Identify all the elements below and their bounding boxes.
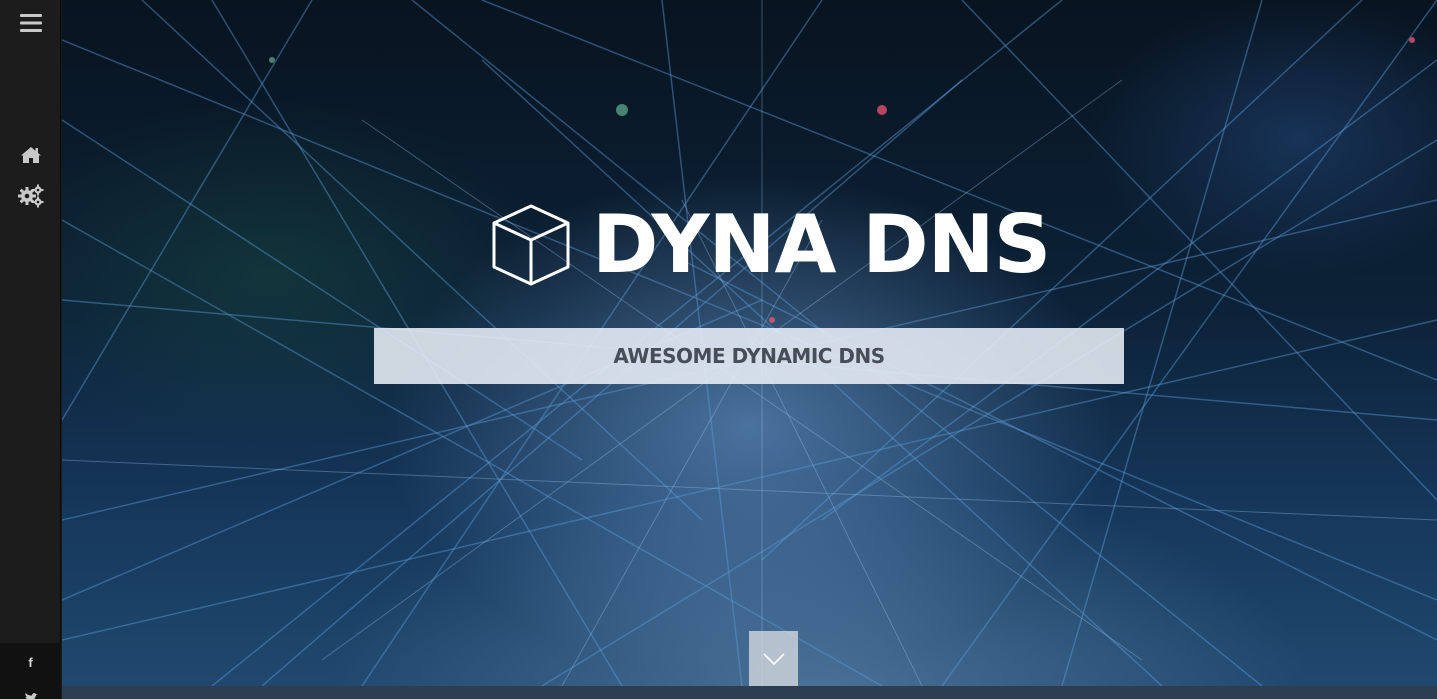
cube-icon: [492, 204, 570, 286]
sidebar-item-home[interactable]: [0, 140, 61, 170]
next-section-edge: [62, 686, 1437, 699]
sidebar-item-settings[interactable]: [0, 180, 61, 212]
sidebar: f: [0, 0, 61, 699]
tagline-banner: AWESOME DYNAMIC DNS: [374, 328, 1124, 384]
scroll-down-button[interactable]: [749, 631, 798, 686]
gears-icon: [17, 184, 43, 208]
hero-section: DYNA DNS AWESOME DYNAMIC DNS: [62, 0, 1437, 686]
page: f DYNA DNS AWESOME DYNAMIC DNS: [0, 0, 1437, 699]
tagline-text: AWESOME DYNAMIC DNS: [613, 344, 885, 368]
social-links: f: [0, 643, 61, 699]
chevron-down-icon: [762, 652, 785, 665]
menu-toggle-button[interactable]: [0, 8, 61, 38]
home-icon: [20, 147, 41, 163]
twitter-icon[interactable]: [24, 693, 38, 699]
site-title: DYNA DNS: [592, 198, 1051, 291]
brand-heading: DYNA DNS: [490, 198, 1051, 291]
facebook-link[interactable]: f: [0, 653, 61, 673]
bars-icon: [19, 14, 42, 32]
